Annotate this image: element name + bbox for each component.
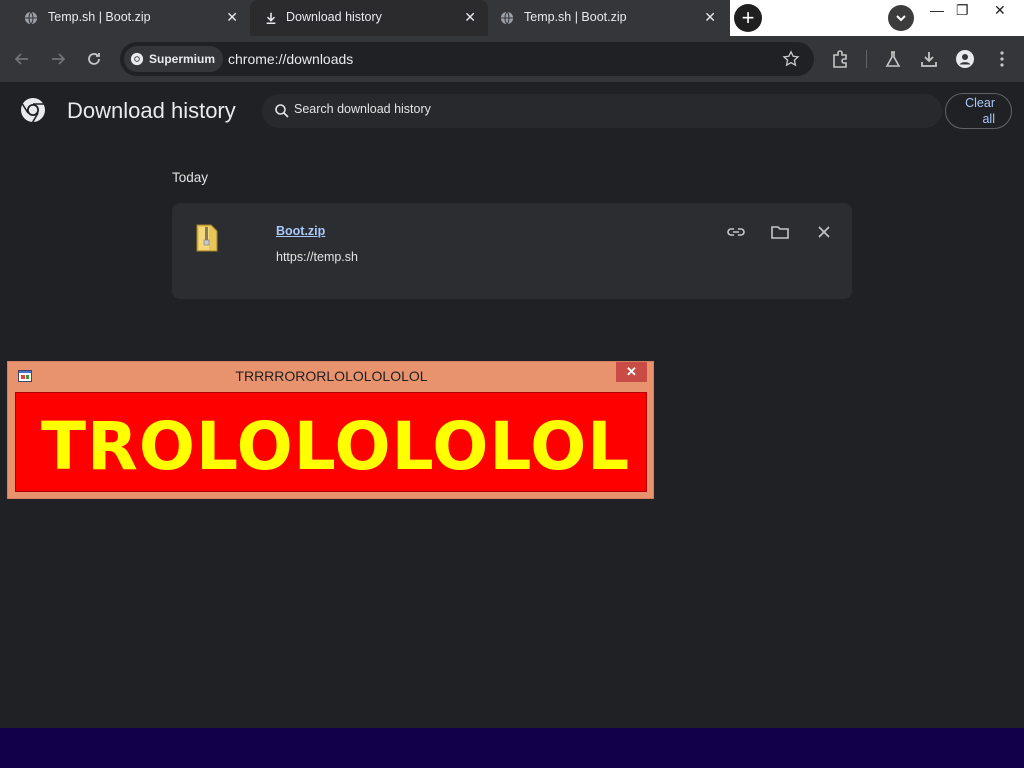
tab-download-history[interactable]: Download history ✕	[250, 0, 488, 36]
address-bar[interactable]: Supermium chrome://downloads	[120, 42, 814, 76]
profile-avatar-icon[interactable]	[955, 49, 975, 69]
back-arrow-icon[interactable]	[12, 49, 32, 69]
remove-close-icon[interactable]	[813, 221, 835, 243]
clear-all-label-line1: Clear	[965, 96, 995, 110]
file-name-link[interactable]: Boot.zip	[276, 224, 325, 238]
reload-icon[interactable]	[84, 49, 104, 69]
globe-icon	[24, 11, 38, 25]
search-bar[interactable]	[262, 94, 942, 128]
tab-temp-sh-2[interactable]: Temp.sh | Boot.zip ✕	[488, 0, 728, 36]
tab-temp-sh-1[interactable]: Temp.sh | Boot.zip ✕	[0, 0, 250, 36]
site-info-chip[interactable]: Supermium	[124, 46, 224, 72]
chrome-logo-icon	[130, 52, 144, 66]
chevron-down-icon	[896, 15, 906, 22]
popup-message-panel: TROLOLOLOLOL	[15, 392, 647, 492]
date-section-heading: Today	[172, 170, 209, 185]
clear-all-button[interactable]: Clear all	[945, 93, 1012, 129]
downloads-icon[interactable]	[919, 49, 939, 69]
tab-search-button[interactable]	[888, 5, 914, 31]
minimize-button[interactable]: —	[930, 2, 944, 18]
tab-label: Download history	[286, 10, 382, 24]
chrome-logo-icon	[21, 98, 45, 123]
zip-folder-icon	[196, 224, 218, 252]
popup-title: TRRRRORORLOLOLOLOLOL	[235, 368, 428, 384]
popup-message: TROLOLOLOLOL	[41, 408, 631, 485]
window-close-button[interactable]: ✕	[994, 2, 1006, 19]
tab-close-button[interactable]: ✕	[464, 9, 476, 26]
file-source-url: https://temp.sh	[276, 250, 358, 264]
download-icon	[266, 12, 276, 25]
globe-icon	[500, 11, 514, 25]
page-title: Download history	[67, 98, 236, 123]
menu-kebab-icon[interactable]	[992, 49, 1012, 69]
new-tab-button[interactable]: +	[734, 4, 762, 32]
tab-strip: Temp.sh | Boot.zip ✕ Download history ✕ …	[0, 0, 1024, 36]
folder-icon[interactable]	[769, 221, 791, 243]
popup-close-button[interactable]: ✕	[616, 362, 647, 382]
extensions-icon[interactable]	[830, 49, 850, 69]
tab-label: Temp.sh | Boot.zip	[524, 10, 627, 24]
copy-link-icon[interactable]	[725, 221, 747, 243]
forward-arrow-icon[interactable]	[48, 49, 68, 69]
clear-all-label-line2: all	[982, 112, 995, 126]
download-item: Boot.zip https://temp.sh	[172, 203, 852, 299]
troll-popup-window[interactable]: TRRRRORORLOLOLOLOLOL ✕ TROLOLOLOLOL	[7, 361, 654, 499]
url-text[interactable]: chrome://downloads	[228, 51, 353, 67]
tab-close-button[interactable]: ✕	[226, 9, 238, 26]
tab-label: Temp.sh | Boot.zip	[48, 10, 151, 24]
tab-close-button[interactable]: ✕	[704, 9, 716, 26]
bookmark-star-icon[interactable]	[782, 50, 800, 68]
restore-button[interactable]: ❐	[956, 2, 969, 19]
taskbar	[0, 728, 1024, 768]
search-icon	[275, 104, 289, 118]
chip-label: Supermium	[149, 52, 216, 66]
toolbar-divider	[866, 50, 867, 68]
search-input[interactable]	[294, 102, 894, 116]
toolbar: Supermium chrome://downloads	[0, 36, 1024, 82]
labs-flask-icon[interactable]	[883, 49, 903, 69]
